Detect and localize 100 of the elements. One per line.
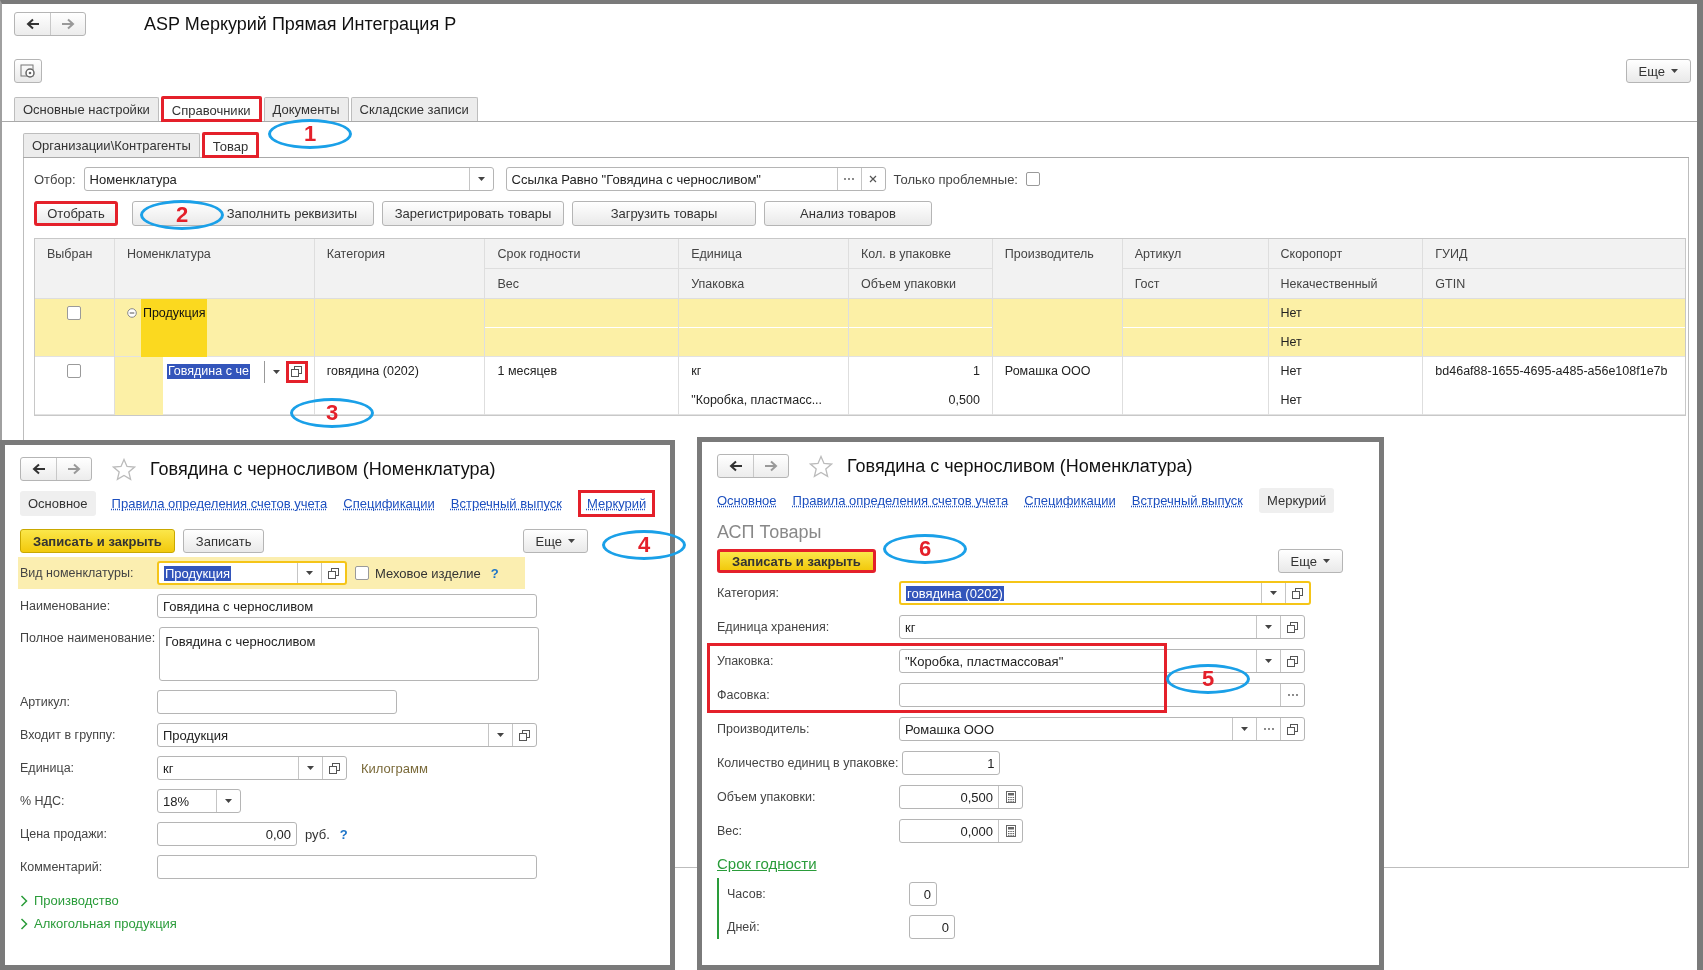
open-form-icon — [329, 762, 340, 774]
filter-label: Отбор: — [34, 171, 76, 187]
dropdown-field[interactable]: Продукция — [157, 561, 347, 585]
text-area[interactable]: Говядина с черносливом — [159, 627, 540, 681]
callout-number: 2 — [140, 200, 224, 230]
tab[interactable]: Документы — [263, 97, 349, 121]
callout-number: 5 — [1166, 664, 1250, 694]
tab-link[interactable]: Встречный выпуск — [1131, 488, 1243, 512]
help-link[interactable]: ? — [490, 565, 499, 581]
field-label: Вес: — [716, 824, 743, 838]
dropdown-field[interactable]: Номенклатура — [83, 167, 494, 191]
number-field[interactable]: 0,00 — [157, 822, 297, 846]
field-label: Объем упаковки: — [716, 790, 817, 804]
table-cell: 1 — [849, 357, 992, 386]
column-header: Объем упаковки — [849, 269, 992, 299]
tab[interactable]: Товар — [201, 132, 260, 158]
form-button[interactable]: Записать и закрыть — [20, 529, 175, 553]
dropdown-field[interactable]: Ромашка ООО — [899, 717, 1305, 741]
left-arrow-icon — [728, 460, 743, 472]
open-form-icon — [291, 366, 303, 377]
tab-link[interactable]: Меркурий — [577, 489, 656, 517]
right-arrow-icon — [67, 463, 81, 475]
open-form-icon — [1287, 621, 1298, 633]
dropdown-field[interactable]: 18% — [157, 789, 241, 813]
form-button[interactable]: Записать и закрыть — [717, 549, 876, 573]
field-label: Фасовка: — [716, 688, 771, 702]
table-cell: 1 месяцев — [485, 357, 679, 386]
group-title-link[interactable]: Срок годности — [717, 855, 817, 872]
tab[interactable]: Меркурий — [1258, 487, 1335, 513]
text-field[interactable]: Ссылка Равно "Говядина с черносливом" — [505, 167, 886, 191]
tab-link[interactable]: Спецификации — [1024, 488, 1116, 512]
toolbar-button[interactable]: Загрузить товары — [572, 201, 756, 226]
tab-link[interactable]: Встречный выпуск — [450, 491, 562, 515]
tab[interactable]: Основное — [20, 490, 96, 516]
column-header: Некачественный — [1268, 269, 1423, 299]
number-field[interactable]: 0,000 — [899, 819, 1023, 843]
settings-button[interactable] — [14, 59, 42, 83]
table-cell: "Коробка, пластмасс... — [679, 386, 848, 415]
more-button[interactable]: Еще — [1625, 59, 1691, 83]
tab[interactable]: Основные настройки — [14, 97, 159, 121]
field-label: Упаковка: — [716, 654, 775, 668]
toolbar-button[interactable]: Отобрать — [34, 201, 118, 226]
number-field[interactable]: 0 — [909, 882, 937, 906]
toolbar-button[interactable]: Зарегистрировать товары — [382, 201, 564, 226]
group-toggle[interactable]: Производство — [20, 893, 670, 908]
table-cell: Говядина с че — [166, 364, 250, 379]
field-label: Часов: — [726, 887, 767, 901]
tab-link[interactable]: Спецификации — [343, 491, 435, 515]
checkbox[interactable] — [355, 566, 369, 580]
column-header: Категория — [314, 239, 485, 299]
tab[interactable]: Складские записи — [350, 97, 478, 121]
open-form-icon — [519, 729, 530, 741]
group-toggle[interactable]: Алкогольная продукция — [20, 916, 670, 931]
toolbar-button[interactable]: Анализ товаров — [764, 201, 932, 226]
callout-number: 1 — [268, 119, 352, 149]
column-header: Скоропорт — [1268, 239, 1423, 269]
window-title: ASP Меркурий Прямая Интеграция Р — [144, 13, 457, 35]
text-field[interactable] — [157, 855, 537, 879]
table-cell: 0,500 — [849, 386, 992, 415]
tab[interactable]: Организации\Контрагенты — [23, 133, 200, 157]
dropdown-field[interactable]: кг — [157, 756, 347, 780]
tab-link[interactable]: Правила определения счетов учета — [792, 488, 1009, 512]
column-header: Упаковка — [679, 269, 848, 299]
checkbox-label: Только проблемные: — [893, 171, 1018, 187]
field-label: Дней: — [726, 920, 761, 934]
column-header: Вес — [485, 269, 679, 299]
dropdown-field[interactable]: говядина (0202) — [899, 581, 1311, 605]
checkbox[interactable] — [67, 306, 82, 320]
number-field[interactable]: 1 — [902, 751, 1001, 775]
tab-link[interactable]: Основное — [717, 488, 777, 512]
more-button[interactable]: Еще — [1277, 549, 1343, 573]
number-field[interactable]: 0,500 — [899, 785, 1023, 809]
table-cell: Нет — [1268, 299, 1423, 328]
caret-icon — [568, 539, 575, 543]
field-label: Цена продажи: — [20, 827, 108, 841]
checkbox[interactable] — [67, 364, 82, 378]
checkbox[interactable] — [1026, 172, 1040, 186]
open-form-icon — [1287, 723, 1298, 735]
dropdown-field[interactable]: кг — [899, 615, 1305, 639]
help-link[interactable]: ? — [339, 826, 348, 842]
dropdown-field[interactable]: Продукция — [157, 723, 537, 747]
checkbox-label: Меховое изделие — [375, 565, 481, 581]
caret-icon — [1323, 559, 1330, 563]
open-form-icon — [1287, 655, 1298, 667]
field-label: Комментарий: — [20, 860, 104, 874]
column-header: Срок годности — [485, 239, 679, 269]
text-field[interactable] — [157, 690, 397, 714]
number-field[interactable]: 0 — [909, 915, 955, 939]
text-field[interactable]: Говядина с черносливом — [157, 594, 537, 618]
group-name: Продукция — [140, 299, 208, 357]
open-button[interactable] — [285, 360, 308, 383]
more-button[interactable]: Еще — [522, 529, 588, 553]
callout-number: 6 — [883, 534, 967, 564]
field-label: Артикул: — [20, 695, 72, 709]
table-cell: Нет — [1268, 386, 1423, 415]
tab-link[interactable]: Правила определения счетов учета — [111, 491, 328, 515]
section-title: АСП Товары — [717, 522, 823, 543]
field-label: Количество единиц в упаковке: — [716, 756, 899, 770]
form-button[interactable]: Записать — [182, 529, 265, 553]
tab[interactable]: Справочники — [160, 96, 262, 122]
